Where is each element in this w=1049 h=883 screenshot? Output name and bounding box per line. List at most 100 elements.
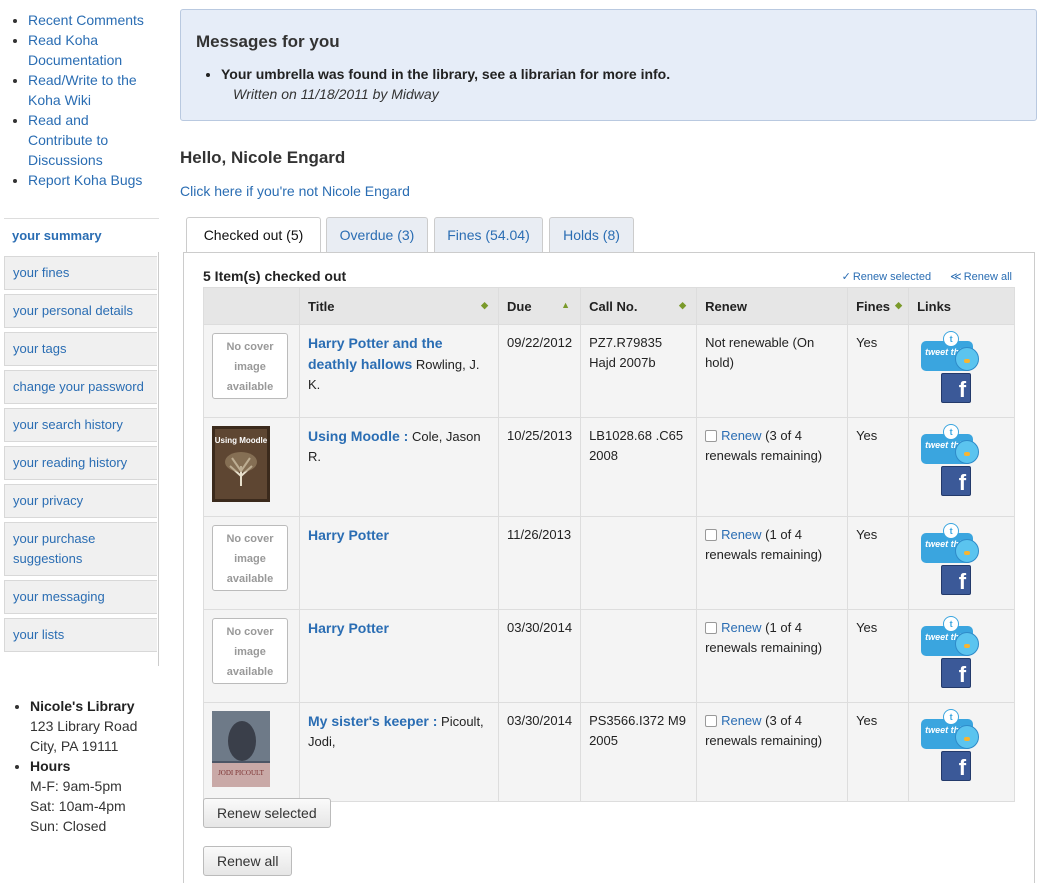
- renew-link[interactable]: Renew: [721, 620, 761, 635]
- no-cover-image: No cover image available: [212, 525, 288, 591]
- call-number: LB1028.68 .C65 2008: [580, 417, 698, 517]
- twitter-icon: t: [943, 616, 960, 632]
- renew-link[interactable]: Renew: [721, 428, 761, 443]
- renew-checkbox[interactable]: [705, 430, 718, 442]
- col-cover: [203, 287, 300, 325]
- call-number: [580, 609, 698, 703]
- item-title[interactable]: Using Moodle :: [308, 428, 408, 444]
- left-sidebar: Recent Comments Read Koha Documentation …: [0, 0, 162, 190]
- menu-your-tags[interactable]: your tags: [4, 332, 157, 366]
- sort-icon: ◆: [481, 300, 488, 310]
- link-report-bugs[interactable]: Report Koha Bugs: [28, 172, 142, 188]
- link-recent-comments[interactable]: Recent Comments: [28, 12, 144, 28]
- renew-checkbox[interactable]: [705, 622, 718, 634]
- message-written: Written on 11/18/2011 by Midway: [233, 86, 439, 102]
- table-row: No cover image available Harry Potter 11…: [203, 516, 1015, 610]
- library-info: Nicole's Library 123 Library Road City, …: [14, 696, 137, 836]
- call-number: PZ7.R79835 Hajd 2007b: [580, 324, 698, 418]
- renew-status: Not renewable (On hold): [696, 324, 849, 418]
- hours-sunday: Sun: Closed: [30, 818, 107, 834]
- renew-link[interactable]: Renew: [721, 527, 761, 542]
- item-title[interactable]: Harry Potter: [308, 527, 389, 543]
- renew-all-button[interactable]: Renew all: [203, 846, 293, 876]
- fines-value: Yes: [847, 324, 910, 418]
- tab-checked-out[interactable]: Checked out (5): [186, 217, 321, 254]
- col-due[interactable]: Due ▲: [497, 287, 582, 325]
- renew-selected-button[interactable]: Renew selected: [203, 798, 331, 828]
- user-menu: your summary your fines your personal de…: [4, 218, 159, 666]
- col-links: Links: [908, 287, 1015, 325]
- greeting: Hello, Nicole Engard: [180, 148, 346, 167]
- twitter-bird-icon: [955, 725, 980, 749]
- renew-all-link[interactable]: Renew all: [964, 271, 1012, 283]
- library-name: Nicole's Library: [30, 698, 135, 714]
- table-row: No cover image available Harry Potter 03…: [203, 609, 1015, 703]
- facebook-icon[interactable]: f: [941, 658, 972, 688]
- book-cover-image: JODI PICOULT: [212, 711, 270, 787]
- link-discussions[interactable]: Read and Contribute to Discussions: [28, 112, 108, 168]
- link-wiki[interactable]: Read/Write to the Koha Wiki: [28, 72, 137, 108]
- menu-your-privacy[interactable]: your privacy: [4, 484, 157, 518]
- col-title[interactable]: Title ◆: [299, 287, 499, 325]
- table-row: JODI PICOULT My sister's keeper : Picoul…: [203, 702, 1015, 802]
- menu-personal-details[interactable]: your personal details: [4, 294, 157, 328]
- checked-out-panel: 5 Item(s) checked out ✓ Renew selected ≪ R…: [183, 252, 1035, 883]
- due-date: 10/25/2013: [497, 417, 582, 517]
- sort-icon: ◆: [895, 300, 903, 310]
- twitter-icon: t: [943, 424, 960, 440]
- col-callno[interactable]: Call No. ◆: [580, 287, 698, 325]
- twitter-bird-icon: [955, 632, 980, 656]
- renew-all-icon: ≪: [950, 271, 962, 283]
- renew-link[interactable]: Renew: [721, 713, 761, 728]
- link-read-docs[interactable]: Read Koha Documentation: [28, 32, 122, 68]
- no-cover-image: No cover image available: [212, 333, 288, 399]
- not-you-link[interactable]: Click here if you're not Nicole Engard: [180, 183, 410, 199]
- library-address-2: City, PA 19111: [30, 738, 119, 754]
- hours-saturday: Sat: 10am-4pm: [30, 798, 126, 814]
- menu-change-password[interactable]: change your password: [4, 370, 157, 404]
- item-title[interactable]: My sister's keeper :: [308, 713, 437, 729]
- fines-value: Yes: [847, 609, 910, 703]
- share-links: tweet this t f: [913, 331, 985, 411]
- sort-icon: ◆: [679, 300, 687, 310]
- due-date: 03/30/2014: [497, 609, 582, 703]
- facebook-icon[interactable]: f: [941, 565, 972, 595]
- tab-holds[interactable]: Holds (8): [549, 217, 634, 252]
- renew-checkbox[interactable]: [705, 715, 718, 727]
- menu-search-history[interactable]: your search history: [4, 408, 157, 442]
- tab-fines[interactable]: Fines (54.04): [434, 217, 543, 252]
- renew-selected-link[interactable]: Renew selected: [853, 271, 931, 283]
- menu-your-fines[interactable]: your fines: [4, 256, 157, 290]
- menu-purchase-suggestions[interactable]: your purchase suggestions: [4, 522, 157, 576]
- checkout-count: 5 Item(s) checked out: [203, 268, 347, 284]
- menu-your-summary[interactable]: your summary: [4, 218, 159, 252]
- facebook-icon[interactable]: f: [941, 373, 972, 403]
- call-number: PS3566.I372 M9 2005: [580, 702, 698, 802]
- col-fines[interactable]: Fines ◆: [847, 287, 910, 325]
- fines-value: Yes: [847, 516, 910, 610]
- twitter-icon: t: [943, 709, 960, 725]
- renew-checkbox[interactable]: [705, 529, 718, 541]
- tab-overdue[interactable]: Overdue (3): [326, 217, 428, 252]
- facebook-icon[interactable]: f: [941, 751, 972, 781]
- item-title[interactable]: Harry Potter: [308, 620, 389, 636]
- book-cover-image: Using Moodle: [212, 426, 270, 502]
- due-date: 09/22/2012: [497, 324, 582, 418]
- hours-label: Hours: [30, 758, 71, 774]
- share-links: tweet this t f: [913, 523, 985, 603]
- facebook-icon[interactable]: f: [941, 466, 972, 496]
- twitter-bird-icon: [955, 440, 980, 464]
- table-row: Using Moodle Using Moodle : Cole, Jason …: [203, 417, 1015, 517]
- fines-value: Yes: [847, 417, 910, 517]
- col-renew: Renew: [696, 287, 849, 325]
- twitter-bird-icon: [955, 539, 980, 563]
- share-links: tweet this t f: [913, 424, 985, 504]
- koha-links: Recent Comments Read Koha Documentation …: [0, 0, 162, 190]
- svg-text:Using Moodle: Using Moodle: [215, 436, 268, 445]
- table-row: No cover image available Harry Potter an…: [203, 324, 1015, 418]
- menu-reading-history[interactable]: your reading history: [4, 446, 157, 480]
- menu-your-messaging[interactable]: your messaging: [4, 580, 157, 614]
- menu-your-lists[interactable]: your lists: [4, 618, 157, 652]
- share-links: tweet this t f: [913, 616, 985, 696]
- due-date: 03/30/2014: [497, 702, 582, 802]
